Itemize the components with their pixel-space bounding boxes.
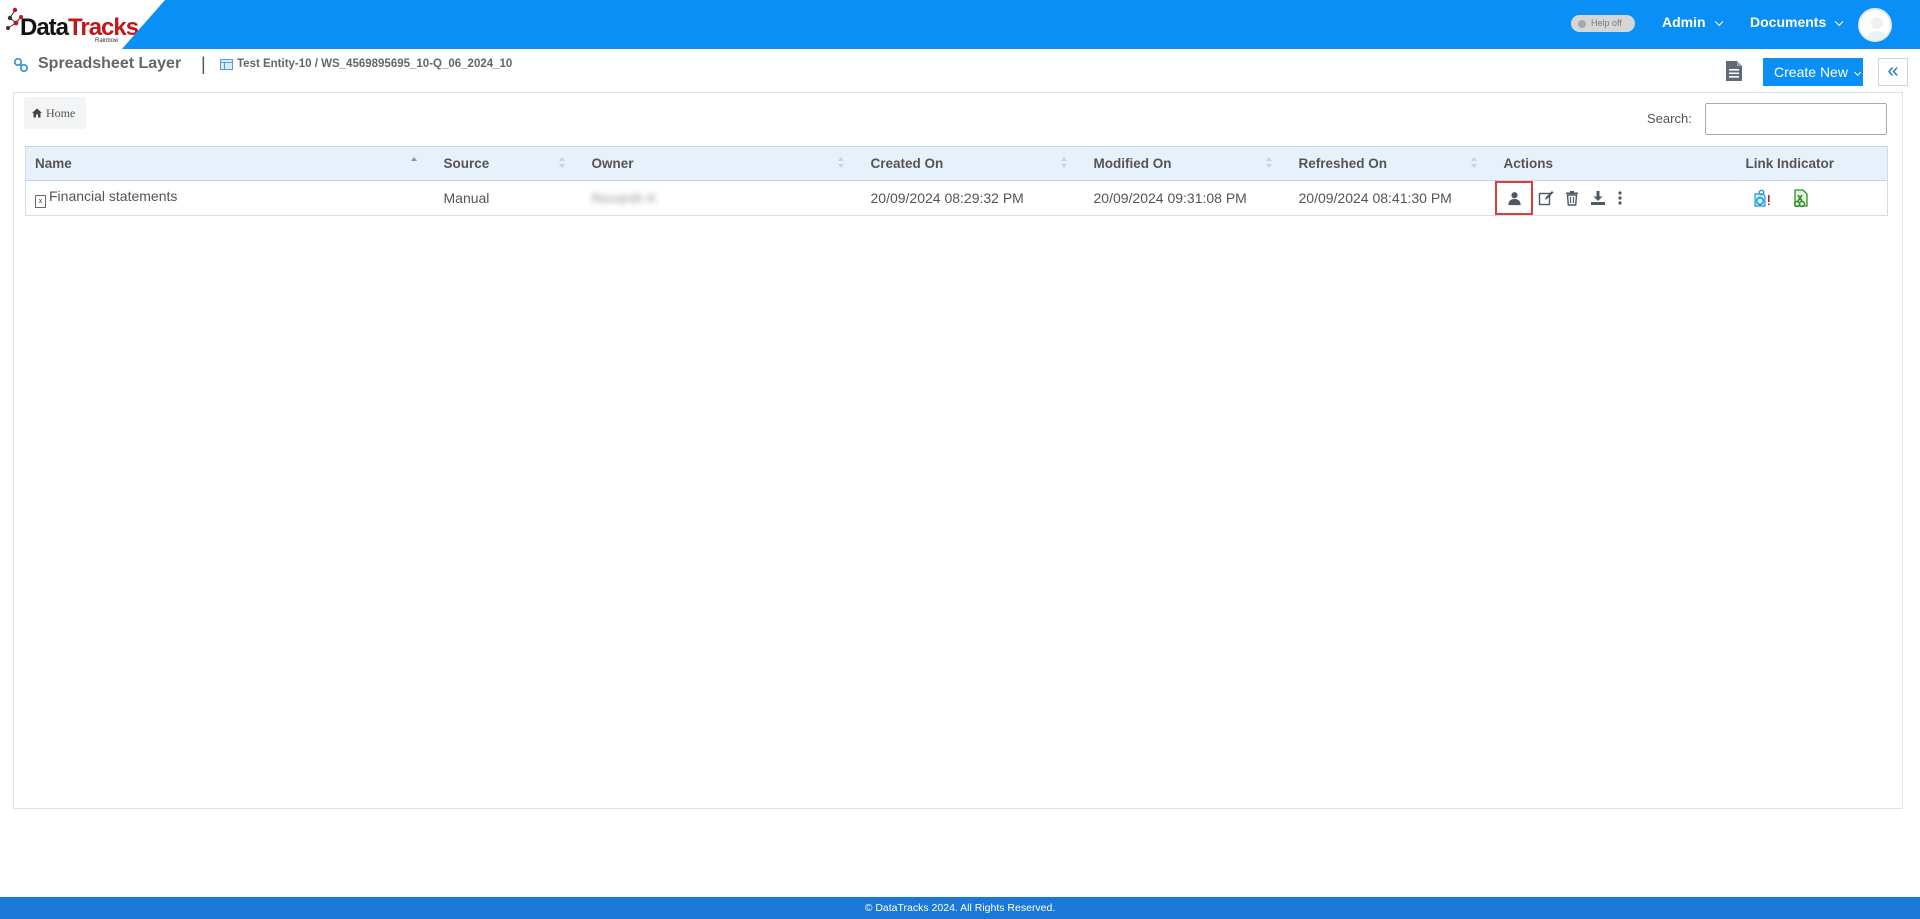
sort-ascending-icon: [410, 157, 417, 169]
user-icon: [1507, 192, 1521, 206]
delete-button[interactable]: [1564, 190, 1580, 206]
download-button[interactable]: [1590, 190, 1606, 206]
edit-icon: [1539, 191, 1554, 206]
column-header-created-on[interactable]: Created On: [861, 146, 1085, 181]
column-header-link-indicator: Link Indicator: [1736, 146, 1888, 181]
more-options-button[interactable]: [1616, 190, 1624, 206]
user-avatar[interactable]: [1858, 8, 1892, 42]
search-label: Search:: [1647, 111, 1692, 126]
documents-menu-label: Documents: [1750, 14, 1827, 30]
home-breadcrumb[interactable]: Home: [24, 97, 86, 129]
link-chain-icon: [13, 57, 29, 73]
top-navbar: DataTracks Rainbow Help off Admin Docume…: [0, 0, 1920, 49]
admin-menu[interactable]: Admin: [1662, 14, 1723, 30]
brand-logo[interactable]: DataTracks Rainbow: [0, 0, 165, 49]
column-header-actions: Actions: [1494, 146, 1737, 181]
chevron-down-icon: [1854, 68, 1862, 76]
cell-source: Manual: [434, 180, 583, 216]
create-new-label: Create New: [1774, 64, 1848, 80]
page-title: Spreadsheet Layer: [38, 55, 182, 72]
cell-created-on: 20/09/2024 08:29:32 PM: [861, 180, 1085, 216]
download-icon: [1591, 191, 1606, 205]
cell-name[interactable]: x Financial statements: [25, 180, 435, 216]
column-header-source[interactable]: Source: [434, 146, 583, 181]
sort-icon: [1060, 157, 1067, 169]
home-icon: [32, 108, 42, 118]
column-header-modified-on[interactable]: Modified On: [1084, 146, 1290, 181]
sort-icon: [1470, 157, 1477, 169]
delete-icon: [1566, 191, 1579, 206]
create-new-button[interactable]: Create New: [1763, 58, 1863, 86]
toggle-knob-icon: [1578, 19, 1586, 28]
cell-owner: Revanth K: [582, 180, 862, 216]
cell-link-indicator: [1736, 180, 1888, 216]
footer: © DataTracks 2024. All Rights Reserved.: [0, 897, 1920, 919]
search-input[interactable]: [1705, 103, 1887, 135]
documents-menu[interactable]: Documents: [1750, 14, 1844, 30]
chevron-down-icon: [1835, 17, 1844, 27]
edit-button[interactable]: [1538, 190, 1554, 206]
document-icon[interactable]: [1724, 60, 1744, 82]
admin-menu-label: Admin: [1662, 14, 1706, 30]
excel-link-icon[interactable]: [1791, 188, 1811, 208]
linked-alert-icon[interactable]: [1752, 188, 1772, 208]
title-separator: |: [201, 54, 206, 74]
double-chevron-left-icon: «: [1887, 60, 1899, 82]
collapse-panel-button[interactable]: «: [1878, 58, 1908, 86]
column-header-name[interactable]: Name: [25, 146, 435, 181]
breadcrumb: Test Entity-10 / WS_4569895695_10-Q_06_2…: [237, 58, 513, 70]
sort-icon: [558, 157, 565, 169]
more-vertical-icon: [1618, 191, 1622, 205]
sort-icon: [1265, 157, 1272, 169]
help-toggle[interactable]: Help off: [1571, 15, 1635, 32]
spreadsheet-table: Name Source Owner Created On Modified On…: [25, 146, 1888, 216]
brand-name: DataTracks: [20, 14, 139, 41]
table-header-row: Name Source Owner Created On Modified On…: [25, 146, 1888, 181]
table-icon: [220, 59, 233, 70]
home-label: Home: [46, 106, 76, 120]
brand-subtitle: Rainbow: [95, 38, 119, 44]
file-name-link[interactable]: Financial statements: [49, 188, 177, 204]
column-header-refreshed-on[interactable]: Refreshed On: [1289, 146, 1495, 181]
chevron-down-icon: [1714, 17, 1723, 27]
cell-modified-on: 20/09/2024 09:31:08 PM: [1084, 180, 1290, 216]
excel-file-icon: x: [35, 195, 46, 208]
sort-icon: [837, 157, 844, 169]
owner-name-blurred: Revanth K: [591, 190, 657, 206]
cell-actions: [1494, 180, 1737, 216]
table-row: x Financial statements Manual Revanth K 2…: [25, 180, 1888, 216]
cell-refreshed-on: 20/09/2024 08:41:30 PM: [1289, 180, 1495, 216]
page-header: Spreadsheet Layer | Test Entity-10 / WS_…: [0, 49, 1920, 91]
help-toggle-label: Help off: [1591, 18, 1622, 28]
assign-user-button[interactable]: [1494, 181, 1533, 215]
column-header-owner[interactable]: Owner: [582, 146, 862, 181]
